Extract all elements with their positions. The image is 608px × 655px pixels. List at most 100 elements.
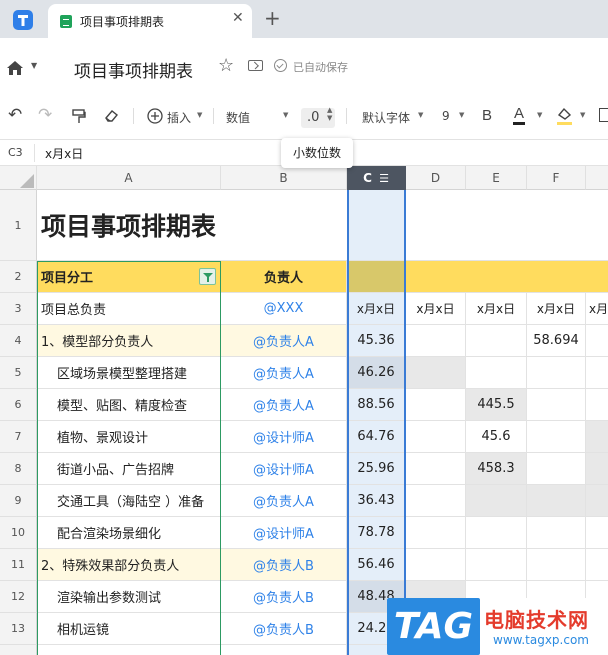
row-header[interactable]: 6 bbox=[0, 389, 37, 421]
sheet-title[interactable]: 项目事项排期表 bbox=[37, 190, 347, 261]
table-cell[interactable] bbox=[586, 453, 608, 485]
bold-button[interactable]: B bbox=[482, 107, 492, 124]
insert-plus-icon[interactable] bbox=[147, 108, 163, 124]
row-header[interactable]: 8 bbox=[0, 453, 37, 485]
document-title[interactable]: 项目事项排期表 bbox=[74, 57, 193, 82]
chevron-down-icon[interactable]: ▼ bbox=[580, 111, 585, 119]
table-cell[interactable]: x月 bbox=[586, 293, 608, 325]
table-cell[interactable] bbox=[527, 389, 586, 421]
table-cell[interactable]: 渲染输出参数测试 bbox=[37, 581, 221, 613]
table-cell[interactable] bbox=[406, 421, 466, 453]
insert-button[interactable]: 插入 bbox=[167, 109, 191, 126]
row-header[interactable]: 13 bbox=[0, 613, 37, 645]
row-header[interactable]: 9 bbox=[0, 485, 37, 517]
table-cell[interactable] bbox=[466, 549, 527, 581]
table-cell[interactable]: 64.76 bbox=[347, 421, 406, 453]
table-cell[interactable] bbox=[347, 190, 406, 261]
chevron-down-icon[interactable]: ▼ bbox=[418, 111, 423, 119]
new-tab-button[interactable]: + bbox=[264, 6, 281, 30]
table-cell[interactable]: 458.3 bbox=[466, 453, 527, 485]
table-cell[interactable]: @负责人A bbox=[221, 325, 347, 357]
column-header-e[interactable]: E bbox=[466, 166, 527, 190]
table-cell[interactable]: 配合渲染场景细化 bbox=[37, 517, 221, 549]
table-cell[interactable]: 445.5 bbox=[466, 389, 527, 421]
table-cell[interactable]: 88.56 bbox=[347, 389, 406, 421]
row-header[interactable]: 7 bbox=[0, 421, 37, 453]
table-cell[interactable]: @负责人A bbox=[221, 485, 347, 517]
table-cell[interactable]: 植物、景观设计 bbox=[37, 421, 221, 453]
row-header[interactable]: 5 bbox=[0, 357, 37, 389]
table-cell[interactable] bbox=[37, 645, 221, 655]
undo-icon[interactable]: ↶ bbox=[8, 105, 22, 125]
cell-reference[interactable]: C3 bbox=[8, 146, 23, 159]
table-cell[interactable] bbox=[586, 485, 608, 517]
table-cell[interactable] bbox=[586, 325, 608, 357]
formula-input[interactable]: x月x日 bbox=[45, 145, 83, 162]
table-cell[interactable]: 45.36 bbox=[347, 325, 406, 357]
table-cell[interactable]: x月x日 bbox=[466, 293, 527, 325]
table-cell[interactable] bbox=[466, 357, 527, 389]
row-header[interactable]: 1 bbox=[0, 190, 37, 261]
row-header[interactable]: 12 bbox=[0, 581, 37, 613]
table-cell[interactable] bbox=[221, 645, 347, 655]
row-header[interactable]: 11 bbox=[0, 549, 37, 581]
table-cell[interactable]: x月x日 bbox=[347, 293, 406, 325]
table-cell[interactable] bbox=[527, 485, 586, 517]
column-header-b[interactable]: B bbox=[221, 166, 347, 190]
close-icon[interactable]: ✕ bbox=[232, 10, 244, 26]
table-cell[interactable]: @设计师A bbox=[221, 517, 347, 549]
table-cell[interactable]: 1、模型部分负责人 bbox=[37, 325, 221, 357]
table-cell[interactable] bbox=[406, 517, 466, 549]
move-to-folder-icon[interactable] bbox=[248, 60, 263, 71]
table-cell[interactable]: x月x日 bbox=[406, 293, 466, 325]
number-format-select[interactable]: 数值 bbox=[226, 109, 250, 126]
table-cell[interactable]: @设计师A bbox=[221, 453, 347, 485]
table-cell[interactable] bbox=[406, 190, 608, 261]
table-cell[interactable]: 46.26 bbox=[347, 357, 406, 389]
spreadsheet-grid[interactable]: A B C ☰ D E F 1 项目事项排期表 2 项目分工 负责人 3 项目总… bbox=[0, 166, 608, 655]
table-cell[interactable]: 78.78 bbox=[347, 517, 406, 549]
table-cell[interactable] bbox=[586, 549, 608, 581]
chevron-down-icon[interactable]: ▼ bbox=[283, 111, 288, 119]
table-cell[interactable] bbox=[406, 389, 466, 421]
table-cell[interactable] bbox=[406, 549, 466, 581]
table-cell[interactable]: 区域场景模型整理搭建 bbox=[37, 357, 221, 389]
stepper-arrows-icon[interactable]: ▲ ▼ bbox=[327, 106, 332, 122]
table-cell[interactable] bbox=[527, 549, 586, 581]
table-cell[interactable]: @负责人B bbox=[221, 549, 347, 581]
chevron-down-icon[interactable]: ▼ bbox=[197, 111, 202, 119]
table-cell[interactable] bbox=[406, 261, 608, 293]
column-menu-icon[interactable]: ☰ bbox=[379, 172, 389, 185]
table-cell[interactable] bbox=[586, 517, 608, 549]
font-size-select[interactable]: 9 bbox=[442, 109, 450, 123]
table-cell[interactable]: @设计师A bbox=[221, 421, 347, 453]
font-family-select[interactable]: 默认字体 bbox=[362, 109, 410, 126]
table-cell[interactable]: 项目分工 bbox=[37, 261, 221, 293]
column-header-g[interactable] bbox=[586, 166, 608, 190]
table-cell[interactable]: 相机运镜 bbox=[37, 613, 221, 645]
chevron-down-icon[interactable]: ▼ bbox=[459, 111, 464, 119]
table-cell[interactable]: 负责人 bbox=[221, 261, 347, 293]
table-cell[interactable] bbox=[527, 453, 586, 485]
home-icon[interactable] bbox=[6, 60, 24, 76]
table-cell[interactable]: @负责人B bbox=[221, 613, 347, 645]
table-cell[interactable] bbox=[586, 389, 608, 421]
table-cell[interactable] bbox=[347, 261, 406, 293]
column-header-c[interactable]: C ☰ bbox=[347, 166, 406, 190]
redo-icon[interactable]: ↷ bbox=[38, 105, 52, 125]
format-painter-icon[interactable] bbox=[72, 109, 86, 124]
table-cell[interactable]: 街道小品、广告招牌 bbox=[37, 453, 221, 485]
fill-color-icon[interactable] bbox=[556, 106, 574, 126]
table-cell[interactable] bbox=[527, 357, 586, 389]
row-header[interactable]: 3 bbox=[0, 293, 37, 325]
tab-document[interactable]: 项目事项排期表 ✕ bbox=[48, 4, 252, 38]
table-cell[interactable]: 交通工具（海陆空 ）准备 bbox=[37, 485, 221, 517]
column-header-a[interactable]: A bbox=[37, 166, 221, 190]
table-cell[interactable]: 25.96 bbox=[347, 453, 406, 485]
chevron-down-icon[interactable]: ▼ bbox=[537, 111, 542, 119]
table-cell[interactable]: @负责人A bbox=[221, 357, 347, 389]
row-header[interactable]: 10 bbox=[0, 517, 37, 549]
table-cell[interactable]: 45.6 bbox=[466, 421, 527, 453]
border-icon[interactable] bbox=[599, 108, 608, 122]
table-cell[interactable] bbox=[527, 421, 586, 453]
